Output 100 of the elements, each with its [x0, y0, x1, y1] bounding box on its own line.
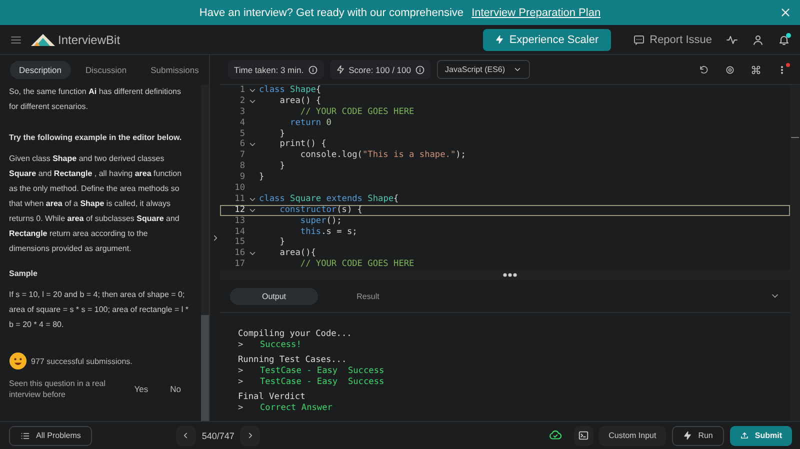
bolt-icon — [336, 65, 345, 74]
problem-tab[interactable]: Discussion — [76, 61, 136, 79]
line-number: 7 — [238, 150, 245, 162]
line-number: 2 — [238, 96, 245, 107]
notification-button[interactable] — [778, 34, 790, 46]
bell-icon — [778, 34, 790, 46]
code-text: return 0 — [289, 118, 332, 129]
message-icon — [632, 34, 645, 46]
answer-option[interactable]: Yes — [126, 382, 156, 396]
prompt-marker: > — [238, 340, 244, 351]
logo-icon — [30, 32, 56, 46]
submissions-count: 977 successful submissions. — [31, 356, 132, 368]
line-number: 3 — [238, 106, 245, 118]
info-icon — [415, 64, 425, 74]
problem-tab[interactable]: Submissions — [142, 61, 208, 79]
code-text: class Square extends Shape{ — [259, 194, 399, 205]
language-dropdown[interactable]: JavaScript (ES6) — [437, 60, 530, 79]
line-number: 9 — [238, 172, 245, 184]
code-text: class Shape{ — [259, 85, 322, 96]
output-heading: Running Test Cases... — [238, 355, 348, 366]
cloud-check-icon — [548, 429, 562, 442]
menu-button[interactable] — [10, 34, 22, 46]
code-text: area() { — [278, 96, 322, 107]
output-heading: Compiling your Code... — [238, 329, 353, 340]
settings-icon — [725, 64, 735, 74]
terminal-icon — [578, 430, 589, 441]
code-text: // YOUR CODE GOES HERE — [299, 259, 414, 270]
line-number: 1 — [238, 85, 245, 96]
problem-tab[interactable]: Description — [10, 61, 71, 79]
line-number: 4 — [238, 118, 245, 129]
code-text: } — [278, 237, 285, 248]
problem-counter: 540/747 — [202, 430, 234, 440]
banner-text: Have an interview? Get ready with our comprehensive — [199, 6, 464, 18]
line-number: 17 — [234, 259, 245, 270]
seen-question-prompt: Seen this question in a real interview before — [9, 378, 107, 400]
code-text: } — [278, 128, 285, 140]
line-number: 5 — [238, 128, 245, 140]
menu-icon — [10, 34, 22, 46]
prompt-marker: > — [238, 366, 244, 377]
chevron-down-icon — [513, 65, 522, 74]
output-heading: Final Verdict — [238, 392, 306, 403]
close-icon — [779, 6, 792, 19]
experience-scaler-button[interactable]: Experience Scaler — [483, 28, 611, 50]
score-chip: Score: 100 / 100 — [330, 60, 431, 79]
code-text: // YOUR CODE GOES HERE — [299, 106, 414, 118]
line-number: 15 — [234, 237, 245, 248]
line-number: 13 — [234, 216, 245, 227]
bolt-icon — [683, 431, 692, 440]
resize-handle-icon[interactable] — [503, 273, 517, 277]
command-icon — [751, 64, 761, 74]
answer-option[interactable]: No — [162, 382, 189, 396]
activity-button[interactable] — [726, 34, 738, 46]
report-issue-button[interactable]: Report Issue — [632, 34, 712, 46]
user-icon — [752, 34, 764, 46]
description-paragraph: Given class Shape and two derived classes Square and Rectangle , all having area function as the only method. Define the area methods so that when area of a Shape is called, it always returns 0. While area of subclasses Square and Rectangle return area according to the dimensions provided as argument. — [9, 153, 183, 255]
line-number: 6 — [238, 139, 245, 150]
undo-icon — [699, 64, 709, 74]
all-problems-button[interactable]: All Problems — [9, 426, 92, 446]
logo-text: InterviewBit — [58, 32, 120, 46]
output-result: Correct Answer — [260, 403, 332, 414]
code-text: } — [259, 172, 264, 184]
line-number: 11 — [234, 194, 245, 205]
output-result: TestCase - Easy Success — [260, 366, 384, 377]
prompt-marker: > — [238, 377, 244, 388]
section-heading: Try the following example in the editor below. — [9, 132, 183, 144]
line-number: 14 — [234, 226, 245, 238]
code-text: console.log("This is a shape."); — [299, 150, 466, 162]
code-text: print() { — [278, 139, 326, 150]
bolt-icon — [495, 35, 504, 44]
output-result: TestCase - Easy Success — [260, 377, 384, 388]
code-text: super(); — [299, 216, 342, 227]
submit-button[interactable]: Submit — [730, 426, 792, 446]
description-paragraph: If s = 10, l = 20 and b = 4; then area of shape = 0; area of square = s * s = 100; area of rectangle = l * b = 20 * 4 = 80. — [9, 289, 189, 331]
code-text: area(){ — [278, 248, 316, 260]
output-tab[interactable]: Output — [230, 288, 318, 304]
output-tab[interactable]: Result — [324, 288, 412, 304]
preparation-plan-link[interactable]: Interview Preparation Plan — [472, 6, 601, 18]
pulse-icon — [726, 34, 738, 46]
code-text: constructor(s) { — [278, 204, 362, 216]
upload-icon — [740, 431, 749, 440]
run-button[interactable]: Run — [672, 426, 724, 446]
time-taken-chip: Time taken: 3 min. — [228, 60, 324, 79]
smiley-icon — [9, 352, 27, 370]
line-number: 10 — [234, 183, 245, 194]
custom-input-button[interactable]: Custom Input — [598, 426, 666, 446]
code-text: } — [278, 161, 285, 172]
close-button[interactable] — [779, 6, 792, 19]
scrollbar[interactable] — [790, 85, 800, 270]
scrollbar[interactable] — [201, 85, 209, 421]
profile-button[interactable] — [752, 34, 764, 46]
line-number: 16 — [234, 248, 245, 260]
line-number: 12 — [234, 204, 245, 216]
code-text: this.s = s; — [299, 226, 358, 238]
line-number: 8 — [238, 161, 245, 172]
section-heading: Sample — [9, 268, 38, 280]
prompt-marker: > — [238, 403, 244, 414]
console-button[interactable] — [574, 426, 593, 446]
output-result: Success! — [260, 340, 302, 351]
description-paragraph: So, the same function Ai has different definitions for different scenarios. — [9, 86, 182, 113]
info-icon — [308, 64, 318, 74]
